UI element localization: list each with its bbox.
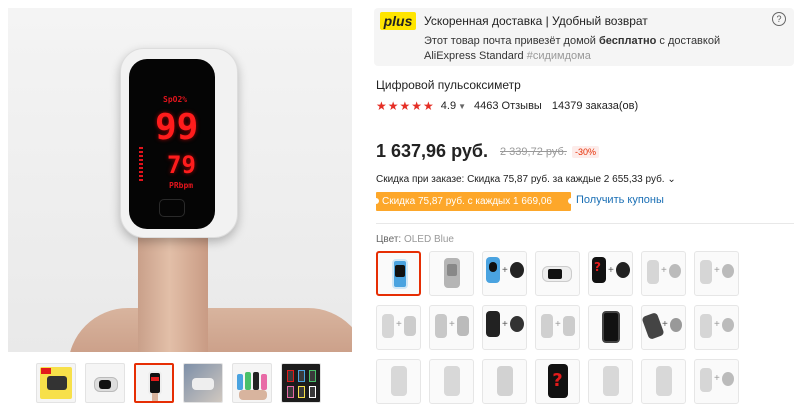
thumbnail-1[interactable] — [36, 363, 76, 403]
color-swatch-3[interactable]: + — [482, 251, 527, 296]
color-label: Цвет: OLED Blue — [376, 234, 454, 245]
product-title: Цифровой пульсоксиметр — [376, 78, 521, 92]
current-price: 1 637,96 руб. — [376, 141, 488, 161]
color-swatch-11[interactable]: + — [535, 305, 580, 350]
plus-description: Этот товар почта привезёт домой бесплатн… — [424, 34, 754, 64]
color-swatch-19[interactable] — [588, 359, 633, 404]
help-icon[interactable]: ? — [772, 12, 786, 26]
color-swatch-10[interactable]: + — [482, 305, 527, 350]
color-swatch-5[interactable]: ? + — [588, 251, 633, 296]
plus-text-free: бесплатно — [598, 35, 657, 47]
pr-reading: 79 — [167, 151, 196, 179]
color-swatch-2[interactable] — [429, 251, 474, 296]
divider — [376, 223, 794, 224]
get-coupons-link[interactable]: Получить купоны — [576, 194, 664, 206]
color-swatch-7[interactable]: + — [694, 251, 739, 296]
rating-value[interactable]: 4.9 — [441, 100, 456, 112]
color-swatch-15[interactable] — [376, 359, 421, 404]
color-swatch-12[interactable] — [588, 305, 633, 350]
plus-logo: plus — [380, 12, 416, 30]
product-page: SpO2% 99 79 PRbpm plus Ускоренная достав… — [0, 0, 800, 412]
reviews-count[interactable]: 4463 Отзывы — [474, 100, 542, 112]
thumbnail-2[interactable] — [85, 363, 125, 403]
rating-row: ★★★★★ 4.9 ▼ 4463 Отзывы 14379 заказа(ов) — [376, 99, 638, 113]
hand-illustration — [68, 308, 352, 352]
color-label-prefix: Цвет: — [376, 234, 404, 245]
plus-delivery-banner: plus Ускоренная доставка | Удобный возвр… — [374, 8, 794, 66]
color-swatch-17[interactable] — [482, 359, 527, 404]
color-swatch-6[interactable]: + — [641, 251, 686, 296]
selected-color-name: OLED Blue — [403, 234, 454, 245]
orders-count: 14379 заказа(ов) — [551, 100, 639, 112]
color-swatch-1[interactable] — [376, 251, 421, 296]
pulse-bar-graph — [139, 147, 143, 183]
pulse-oximeter-device: SpO2% 99 79 PRbpm — [120, 48, 238, 238]
color-swatch-14[interactable]: + — [694, 305, 739, 350]
oximeter-screen: SpO2% 99 79 PRbpm — [129, 59, 215, 229]
color-swatch-4[interactable] — [535, 251, 580, 296]
pr-label: PRbpm — [169, 181, 194, 190]
power-button — [159, 199, 185, 217]
color-swatch-9[interactable]: + — [429, 305, 474, 350]
spo2-reading: 99 — [155, 107, 199, 148]
thumbnail-6[interactable] — [281, 363, 321, 403]
chevron-down-icon[interactable]: ▼ — [458, 102, 466, 111]
coupon-tag[interactable]: Скидка 75,87 руб. с каждых 1 669,06 руб. — [373, 192, 574, 226]
plus-title: Ускоренная доставка | Удобный возврат — [424, 14, 648, 28]
color-swatch-grid: + ? + + + + + + + + + ? + — [376, 251, 739, 404]
plus-hashtag[interactable]: #сидимдома — [527, 50, 591, 62]
color-swatch-8[interactable]: + — [376, 305, 421, 350]
thumbnail-strip — [36, 363, 321, 403]
plus-text-before: Этот товар почта привезёт домой — [424, 35, 599, 47]
main-product-image[interactable]: SpO2% 99 79 PRbpm — [8, 8, 352, 352]
color-swatch-16[interactable] — [429, 359, 474, 404]
thumbnail-4[interactable] — [183, 363, 223, 403]
order-discount-info[interactable]: Скидка при заказе: Скидка 75,87 руб. за … — [376, 174, 676, 185]
thumbnail-3[interactable] — [134, 363, 174, 403]
color-swatch-18[interactable]: ? — [535, 359, 580, 404]
thumbnail-5[interactable] — [232, 363, 272, 403]
color-swatch-13[interactable]: + — [641, 305, 686, 350]
discount-badge: -30% — [572, 146, 600, 158]
color-swatch-20[interactable] — [641, 359, 686, 404]
spo2-label: SpO2% — [163, 95, 188, 104]
star-rating-icons: ★★★★★ — [376, 99, 435, 113]
color-swatch-21[interactable]: + — [694, 359, 739, 404]
original-price: 2 339,72 руб. — [500, 146, 567, 158]
